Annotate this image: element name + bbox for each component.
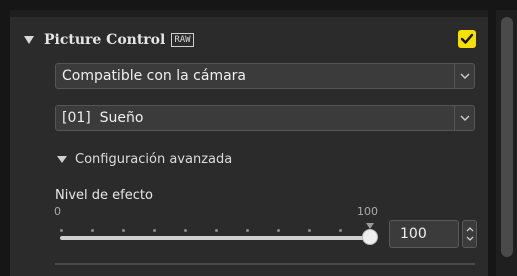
effect-level-label: Nivel de efecto [55,188,153,203]
enable-checkbox[interactable] [458,30,476,48]
section-divider [55,263,475,265]
slider-tick [153,229,156,232]
picture-control-header[interactable]: Picture Control RAW [24,29,194,51]
advanced-settings-label: Configuración avanzada [75,152,233,167]
effect-level-input[interactable]: 100 [389,220,459,248]
profile-value: [01] Sueño [62,110,144,126]
effect-level-slider[interactable] [60,236,370,240]
slider-max-label: 100 [357,205,378,218]
slider-tick [91,229,94,232]
checkmark-icon [460,33,474,44]
slider-tick [246,229,249,232]
section-title: Picture Control [44,32,166,48]
panel-top-edge [10,10,488,17]
profile-source-value: Compatible con la cámara [62,68,246,84]
collapse-triangle-icon[interactable] [57,156,67,163]
scrollbar-thumb[interactable] [501,17,513,257]
collapse-triangle-icon[interactable] [24,36,34,44]
slider-tick [184,229,187,232]
slider-thumb[interactable] [362,229,378,245]
slider-tick [60,229,63,232]
slider-tick [215,229,218,232]
advanced-settings-toggle[interactable]: Configuración avanzada [57,152,232,167]
chevron-down-icon[interactable] [454,64,474,88]
raw-badge: RAW [171,33,194,47]
slider-min-label: 0 [54,205,61,218]
profile-dropdown[interactable]: [01] Sueño [55,105,475,131]
profile-source-dropdown[interactable]: Compatible con la cámara [55,63,475,89]
slider-tick [122,229,125,232]
slider-tick [339,229,342,232]
effect-level-stepper[interactable] [462,220,477,248]
up-down-arrows-icon[interactable] [465,225,475,243]
slider-tick [308,229,311,232]
slider-tick [277,229,280,232]
chevron-down-icon[interactable] [454,106,474,130]
